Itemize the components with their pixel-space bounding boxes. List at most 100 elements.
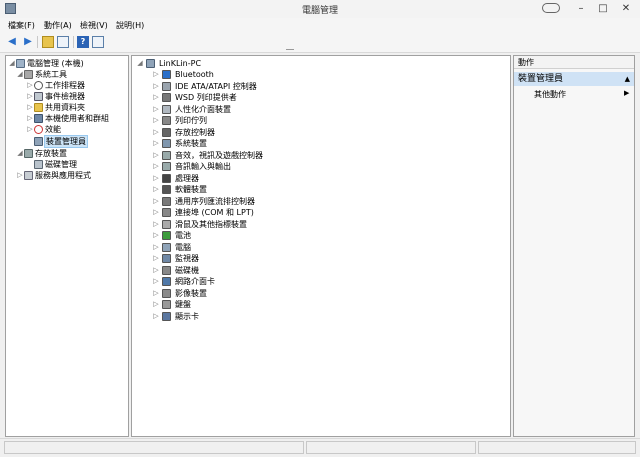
expand-icon[interactable]: ▷ bbox=[152, 173, 160, 184]
status-bar bbox=[0, 438, 640, 457]
expand-icon[interactable]: ▷ bbox=[152, 253, 160, 264]
back-arrow-icon[interactable]: ◀ bbox=[6, 36, 18, 48]
pane-splitter-grip[interactable] bbox=[286, 49, 294, 53]
device-category-label: 顯示卡 bbox=[175, 311, 199, 321]
tree-item-label: 裝置管理員 bbox=[44, 135, 88, 148]
collapse-icon[interactable]: ◢ bbox=[16, 148, 24, 159]
help-icon[interactable]: ? bbox=[77, 36, 89, 48]
folder-up-icon[interactable] bbox=[42, 36, 54, 48]
expand-icon[interactable]: ▷ bbox=[152, 150, 160, 161]
device-category-label: Bluetooth bbox=[175, 70, 214, 79]
tree-item-label: 共用資料夾 bbox=[45, 103, 85, 112]
device-category-label: 滑鼠及其他指標裝置 bbox=[175, 219, 247, 229]
expand-icon[interactable]: ▷ bbox=[152, 265, 160, 276]
expand-icon[interactable]: ▷ bbox=[26, 113, 34, 124]
expand-icon[interactable]: ▷ bbox=[152, 184, 160, 195]
forward-arrow-icon[interactable]: ▶ bbox=[22, 36, 34, 48]
navigation-tree-pane[interactable]: ◢ 電腦管理 (本機) ◢ 系統工具 ▷ 工作排程器 ▷ 事件檢視器 ▷ 共用資… bbox=[5, 55, 129, 437]
disk-management-icon bbox=[34, 160, 43, 169]
storage-controller-icon bbox=[162, 127, 171, 137]
expand-icon[interactable]: ▷ bbox=[152, 288, 160, 299]
computer-icon bbox=[146, 59, 155, 68]
tree-item-label: 系統工具 bbox=[35, 70, 67, 79]
expand-icon[interactable]: ▷ bbox=[152, 219, 160, 230]
console-icon[interactable] bbox=[92, 36, 104, 48]
device-category-label: 鍵盤 bbox=[175, 300, 191, 309]
device-tree-root-label: LinKLin-PC bbox=[159, 59, 202, 68]
clock-icon bbox=[34, 81, 43, 90]
expand-icon[interactable]: ▷ bbox=[26, 91, 34, 102]
actions-section-label: 裝置管理員 bbox=[518, 74, 564, 84]
collapse-caret-icon[interactable]: ▲ bbox=[625, 72, 630, 86]
device-category-label: 磁碟機 bbox=[175, 265, 199, 275]
collapse-icon[interactable]: ◢ bbox=[136, 58, 144, 69]
device-category-label: 人性化介面裝置 bbox=[175, 104, 231, 114]
tree-item-label: 事件檢視器 bbox=[45, 92, 85, 101]
expand-icon[interactable]: ▷ bbox=[152, 69, 160, 80]
tree-item-label: 工作排程器 bbox=[45, 81, 85, 90]
printer-icon bbox=[162, 93, 171, 102]
expand-icon[interactable]: ▷ bbox=[152, 196, 160, 207]
expand-icon[interactable]: ▷ bbox=[152, 242, 160, 253]
expand-icon[interactable]: ▷ bbox=[152, 127, 160, 138]
menu-action[interactable]: 動作(A) bbox=[44, 20, 72, 31]
device-tree-pane[interactable]: ◢ LinKLin-PC ▷ Bluetooth ▷ IDE ATA/ATAPI 控制… bbox=[131, 55, 511, 437]
actions-pane: 動作 裝置管理員 ▲ 其他動作 ▶ bbox=[513, 55, 635, 437]
status-cell bbox=[478, 441, 636, 454]
device-category-label: 監視器 bbox=[175, 254, 199, 263]
expand-icon[interactable]: ▷ bbox=[152, 299, 160, 310]
software-device-icon bbox=[162, 185, 171, 194]
status-cell bbox=[306, 441, 476, 454]
tree-item-label: 電腦管理 (本機) bbox=[27, 59, 84, 68]
expand-icon[interactable]: ▷ bbox=[26, 80, 34, 91]
expand-icon[interactable]: ▷ bbox=[152, 92, 160, 103]
device-category-label: WSD 列印提供者 bbox=[175, 93, 237, 102]
close-button[interactable]: ✕ bbox=[612, 0, 640, 17]
show-hide-tree-icon[interactable] bbox=[57, 36, 69, 48]
expand-icon[interactable]: ▷ bbox=[152, 276, 160, 287]
expand-icon[interactable]: ▷ bbox=[16, 170, 24, 181]
expand-icon[interactable]: ▷ bbox=[152, 230, 160, 241]
restore-mode-button[interactable] bbox=[538, 0, 564, 17]
menu-bar: 檔案(F) 動作(A) 檢視(V) 說明(H) bbox=[0, 18, 640, 32]
expand-icon[interactable]: ▷ bbox=[152, 311, 160, 322]
expand-icon[interactable]: ▷ bbox=[26, 102, 34, 113]
usb-icon bbox=[162, 196, 171, 206]
menu-view[interactable]: 檢視(V) bbox=[80, 20, 108, 31]
network-adapter-icon bbox=[162, 277, 171, 286]
tree-item-label: 存放裝置 bbox=[35, 149, 67, 158]
expand-icon[interactable]: ▷ bbox=[152, 207, 160, 218]
device-category-label: 音訊輸入與輸出 bbox=[175, 162, 231, 171]
expand-icon[interactable]: ▷ bbox=[152, 81, 160, 92]
services-icon bbox=[24, 171, 33, 180]
hid-icon bbox=[162, 104, 171, 114]
more-actions-link[interactable]: 其他動作 bbox=[534, 89, 566, 100]
collapse-icon[interactable]: ◢ bbox=[8, 58, 16, 69]
actions-header: 動作 bbox=[514, 56, 634, 69]
processor-icon bbox=[162, 173, 171, 183]
print-queue-icon bbox=[162, 116, 171, 125]
expand-icon[interactable]: ▷ bbox=[26, 124, 34, 135]
port-icon bbox=[162, 208, 171, 217]
device-category-label: 軟體裝置 bbox=[175, 185, 207, 194]
expand-icon[interactable]: ▷ bbox=[152, 161, 160, 172]
device-category-label: 電池 bbox=[175, 231, 191, 240]
expand-icon[interactable]: ▷ bbox=[152, 138, 160, 149]
menu-file[interactable]: 檔案(F) bbox=[8, 20, 35, 31]
expand-icon[interactable]: ▷ bbox=[152, 104, 160, 115]
actions-section-device-manager[interactable]: 裝置管理員 ▲ bbox=[514, 72, 634, 86]
submenu-arrow-icon[interactable]: ▶ bbox=[624, 89, 629, 97]
restore-pill-icon bbox=[542, 3, 560, 13]
event-viewer-icon bbox=[34, 92, 43, 101]
performance-icon bbox=[34, 125, 43, 134]
expand-icon[interactable]: ▷ bbox=[152, 115, 160, 126]
menu-help[interactable]: 說明(H) bbox=[116, 20, 144, 31]
collapse-icon[interactable]: ◢ bbox=[16, 69, 24, 80]
keyboard-icon bbox=[162, 300, 171, 309]
device-category-label: 系統裝置 bbox=[175, 139, 207, 148]
system-tools-icon bbox=[24, 70, 33, 79]
battery-icon bbox=[162, 231, 171, 240]
title-bar: 電腦管理 – □ ✕ bbox=[0, 0, 640, 19]
tree-item-label: 本機使用者和群組 bbox=[45, 114, 109, 123]
imaging-device-icon bbox=[162, 288, 171, 298]
